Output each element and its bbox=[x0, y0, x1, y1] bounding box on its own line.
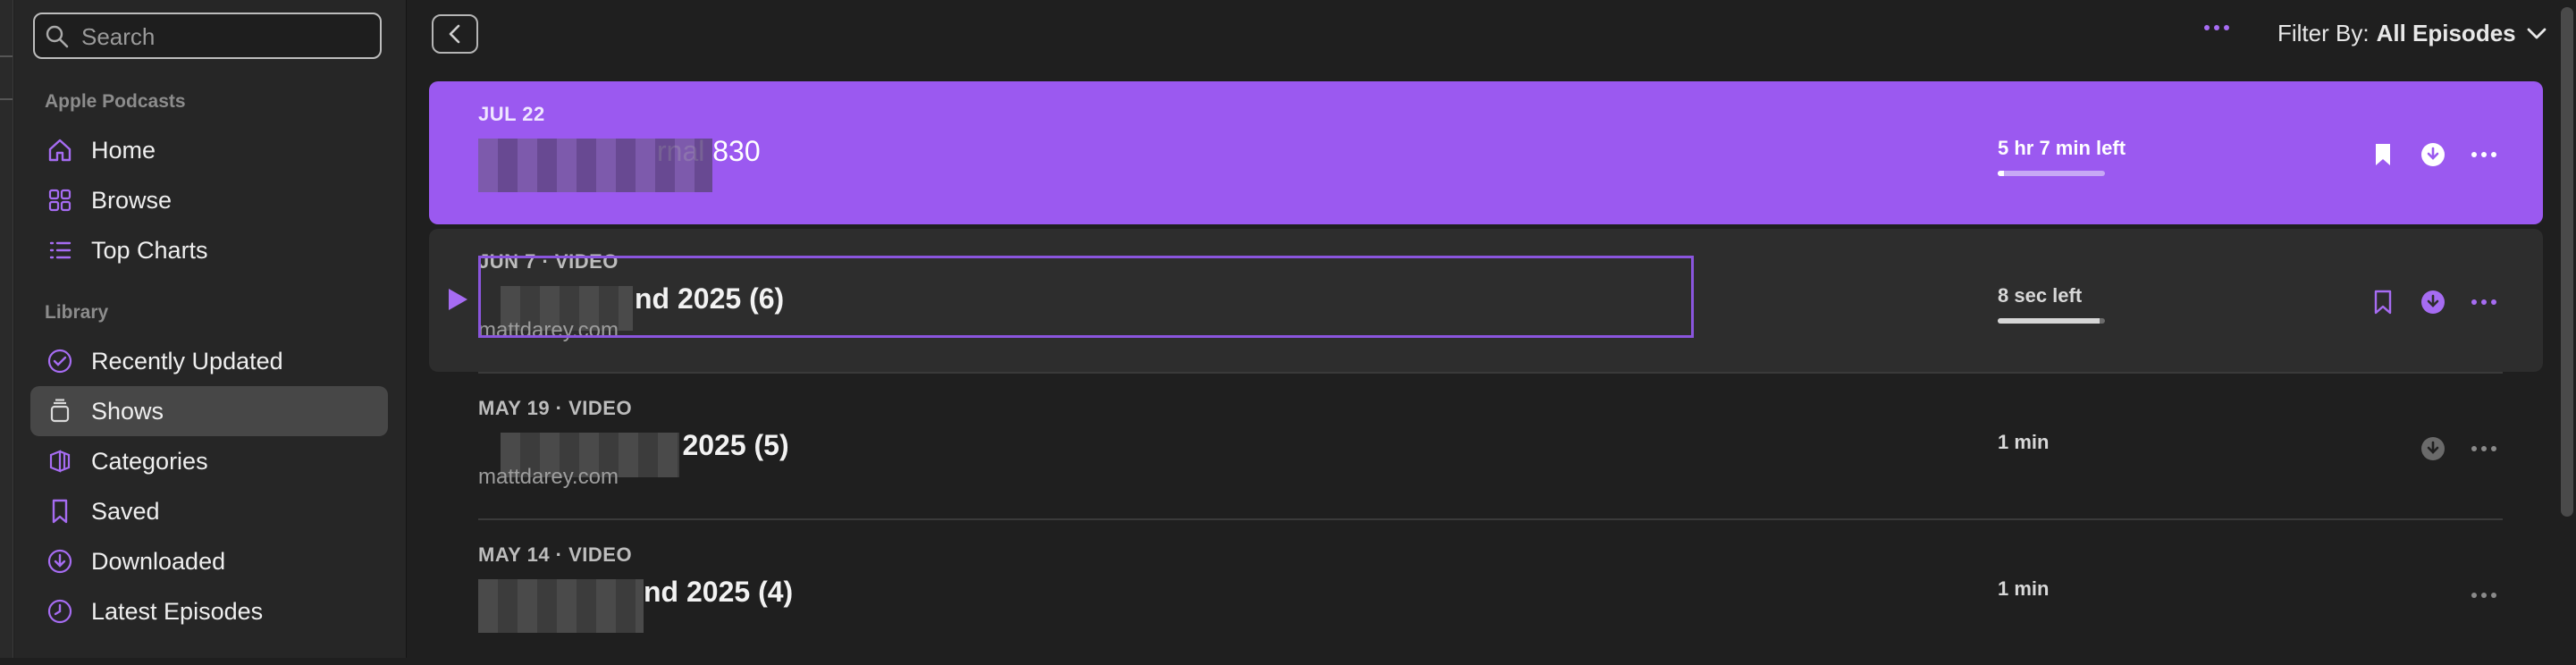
episode-date: MAY 19 · VIDEO bbox=[478, 397, 633, 419]
sidebar-item-recently-updated[interactable]: Recently Updated bbox=[30, 336, 388, 386]
checkmark-circle-icon bbox=[45, 346, 75, 376]
episode-time-remaining: 5 hr 7 min left bbox=[1998, 137, 2126, 159]
progress-fill bbox=[1998, 171, 2005, 176]
clock-icon bbox=[45, 596, 75, 627]
sidebar-item-label: Recently Updated bbox=[91, 347, 283, 375]
episode-date: JUL 22 bbox=[478, 103, 545, 125]
filter-value: All Episodes bbox=[2376, 20, 2516, 46]
play-button[interactable] bbox=[445, 286, 470, 317]
categories-icon bbox=[45, 446, 75, 476]
download-circle-icon bbox=[2421, 143, 2445, 166]
background-divider bbox=[0, 55, 13, 57]
episode-date: MAY 14 · VIDEO bbox=[478, 543, 633, 566]
row-divider bbox=[478, 518, 2503, 520]
bookmark-button[interactable] bbox=[2369, 140, 2397, 169]
list-icon bbox=[45, 235, 75, 265]
chevron-down-icon bbox=[2527, 28, 2547, 38]
progress-fill bbox=[1998, 318, 2100, 324]
house-icon bbox=[45, 135, 75, 165]
sidebar-item-downloaded[interactable]: Downloaded bbox=[30, 536, 388, 586]
play-icon bbox=[449, 289, 467, 310]
sidebar-item-saved[interactable]: Saved bbox=[30, 486, 388, 536]
bookmark-icon bbox=[45, 496, 75, 526]
search-field[interactable] bbox=[33, 13, 382, 59]
sidebar-item-label: Latest Episodes bbox=[91, 597, 264, 625]
redacted-title bbox=[478, 139, 712, 192]
episode-more-button[interactable] bbox=[2470, 288, 2498, 316]
section-heading-library: Library bbox=[45, 302, 109, 323]
episode-row[interactable]: MAY 19 · VIDEO d 2025 (5) mattdarey.com … bbox=[429, 375, 2543, 518]
filter-dropdown[interactable]: Filter By: All Episodes bbox=[2277, 20, 2547, 47]
sidebar-item-browse[interactable]: Browse bbox=[30, 175, 388, 225]
episode-list-pane: Filter By: All Episodes JUL 22 rnal 830 … bbox=[407, 0, 2576, 658]
download-circle-icon bbox=[2421, 437, 2445, 460]
episode-subtitle: mattdarey.com bbox=[478, 465, 619, 489]
grid-icon bbox=[45, 185, 75, 215]
more-options-button[interactable] bbox=[2203, 20, 2230, 36]
ellipsis-icon bbox=[2471, 446, 2496, 451]
sidebar-item-label: Categories bbox=[91, 447, 208, 475]
download-circle-icon bbox=[45, 546, 75, 577]
episode-title: nd 2025 (4) bbox=[644, 576, 794, 608]
bookmark-icon bbox=[2374, 290, 2392, 315]
sidebar-item-label: Home bbox=[91, 136, 156, 164]
episode-duration: 1 min bbox=[1998, 577, 2050, 600]
background-window-edge bbox=[0, 0, 13, 658]
download-button[interactable] bbox=[2419, 140, 2447, 169]
sidebar-item-categories[interactable]: Categories bbox=[30, 436, 388, 486]
episode-duration: 1 min bbox=[1998, 431, 2050, 453]
ellipsis-icon bbox=[2471, 152, 2496, 157]
back-button[interactable] bbox=[432, 14, 478, 54]
row-divider bbox=[478, 372, 2503, 374]
sidebar-item-label: Browse bbox=[91, 186, 173, 214]
search-icon bbox=[46, 25, 69, 48]
sidebar-item-label: Shows bbox=[91, 397, 164, 425]
sidebar-item-shows[interactable]: Shows bbox=[30, 386, 388, 436]
episode-row[interactable]: JUL 22 rnal 830 5 hr 7 min left bbox=[429, 81, 2543, 224]
sidebar-item-label: Saved bbox=[91, 497, 160, 525]
sidebar-item-top-charts[interactable]: Top Charts bbox=[30, 225, 388, 275]
search-input[interactable] bbox=[80, 21, 378, 52]
bookmark-filled-icon bbox=[2376, 144, 2390, 165]
focus-ring bbox=[478, 256, 1694, 338]
progress-bar bbox=[1998, 318, 2105, 324]
episode-time-remaining: 8 sec left bbox=[1998, 284, 2083, 307]
episode-more-button[interactable] bbox=[2470, 434, 2498, 463]
bookmark-button[interactable] bbox=[2369, 288, 2397, 316]
episode-more-button[interactable] bbox=[2470, 140, 2498, 169]
episode-row[interactable]: MAY 14 · VIDEO nd 2025 (4) 1 min bbox=[429, 522, 2543, 665]
ellipsis-icon bbox=[2204, 25, 2229, 30]
redacted-title bbox=[478, 579, 644, 633]
stack-icon bbox=[45, 396, 75, 426]
ellipsis-icon bbox=[2471, 299, 2496, 305]
episode-row[interactable]: JUN 7 · VIDEO nd 2025 (6) mattdarey.com … bbox=[429, 229, 2543, 372]
progress-bar bbox=[1998, 171, 2105, 176]
download-circle-icon bbox=[2421, 290, 2445, 314]
sidebar-item-home[interactable]: Home bbox=[30, 125, 388, 175]
background-divider bbox=[0, 98, 13, 100]
download-button[interactable] bbox=[2419, 288, 2447, 316]
section-heading-apple-podcasts: Apple Podcasts bbox=[45, 91, 186, 112]
sidebar: Apple Podcasts Home Browse Top Charts Li… bbox=[14, 0, 407, 658]
sidebar-item-latest-episodes[interactable]: Latest Episodes bbox=[30, 586, 388, 636]
chevron-left-icon bbox=[449, 24, 460, 44]
sidebar-item-label: Downloaded bbox=[91, 547, 226, 575]
scrollbar[interactable] bbox=[2561, 7, 2573, 517]
download-button[interactable] bbox=[2419, 434, 2447, 463]
ellipsis-icon bbox=[2471, 593, 2496, 598]
sidebar-item-label: Top Charts bbox=[91, 236, 208, 264]
episode-more-button[interactable] bbox=[2470, 581, 2498, 610]
filter-label: Filter By: bbox=[2277, 20, 2370, 46]
